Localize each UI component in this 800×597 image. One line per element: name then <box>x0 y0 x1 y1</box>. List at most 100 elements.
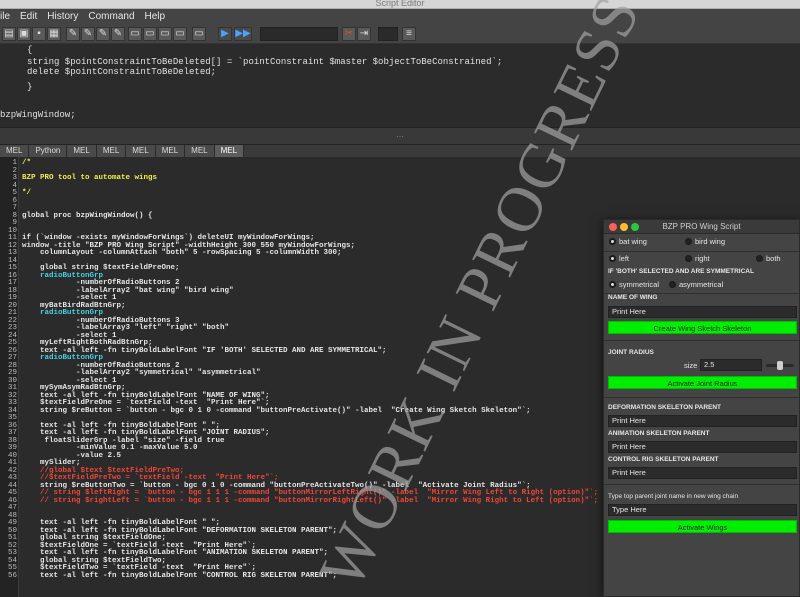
show-input-only-icon[interactable]: ▭ <box>143 27 157 41</box>
name-of-wing-label: NAME OF WING <box>608 294 658 301</box>
tab-mel[interactable]: MEL <box>214 145 245 157</box>
code-line: BZP PRO tool to automate wings <box>22 174 158 182</box>
source-script-icon[interactable]: ▣ <box>17 27 31 41</box>
radio-selected-icon <box>609 281 616 288</box>
radio-left[interactable]: left <box>609 254 629 263</box>
radio-selected-icon <box>609 238 616 245</box>
wing-script-dialog: BZP PRO Wing Script bat wing bird wing l… <box>603 219 800 597</box>
radio-unselected-icon <box>685 255 692 262</box>
tab-mel[interactable]: MEL <box>0 145 30 157</box>
quick-search-field[interactable] <box>260 27 338 41</box>
control-rig-parent-label: CONTROL RIG SKELETON PARENT <box>608 456 719 463</box>
menu-bar: ile Edit History Command Help <box>0 9 800 24</box>
echo-commands-icon[interactable]: ✎ <box>66 27 80 41</box>
radio-label: asymmetrical <box>679 280 724 289</box>
deformation-parent-label: DEFORMATION SKELETON PARENT <box>608 404 722 411</box>
menu-history[interactable]: History <box>42 9 83 24</box>
clear-input-icon[interactable]: ▭ <box>173 27 187 41</box>
deformation-parent-field[interactable]: Print Here <box>608 415 797 427</box>
menu-file[interactable]: ile <box>0 9 15 24</box>
tab-mel[interactable]: MEL <box>126 145 156 157</box>
radio-label: bird wing <box>695 237 726 246</box>
menu-edit[interactable]: Edit <box>15 9 42 24</box>
show-history-only-icon[interactable]: ▭ <box>128 27 142 41</box>
history-line: { <box>0 45 33 55</box>
tab-mel[interactable]: MEL <box>185 145 215 157</box>
radio-label: bat wing <box>619 237 647 246</box>
code-line: string $reButton = `button - bgc 0 1 0 -… <box>22 406 531 415</box>
radio-label: right <box>695 254 710 263</box>
radio-symmetrical[interactable]: symmetrical <box>609 280 659 289</box>
animation-parent-field[interactable]: Print Here <box>608 441 797 453</box>
radio-label: symmetrical <box>619 280 660 289</box>
slider-handle[interactable] <box>776 361 783 370</box>
show-stack-trace-icon[interactable]: ✎ <box>96 27 110 41</box>
history-output[interactable]: { string $pointConstraintToBeDeleted[] =… <box>0 45 800 127</box>
toolbar: ▤ ▣ ▪ ▦ ✎ ✎ ✎ ✎ ▭ ▭ ▭ ▭ ▭ ▶ ▶▶ ✂ ⇥ ≡ <box>0 24 800 44</box>
create-sketch-skeleton-button[interactable]: Create Wing Sketch Skeleton <box>608 321 797 334</box>
script-list-icon[interactable]: ≡ <box>402 27 416 41</box>
radio-label: both <box>766 254 781 263</box>
radio-bat-wing[interactable]: bat wing <box>609 237 647 246</box>
tab-mel[interactable]: MEL <box>67 145 97 157</box>
history-line: } <box>0 82 33 92</box>
execute-all-icon[interactable]: ▶ <box>218 27 232 41</box>
radio-asymmetrical[interactable]: asymmetrical <box>669 280 723 289</box>
history-line: string $pointConstraintToBeDeleted[] = `… <box>0 57 503 67</box>
size-label: size <box>684 361 698 370</box>
radio-selected-icon <box>609 255 616 262</box>
pane-splitter[interactable]: ⋯ <box>0 127 800 145</box>
dialog-title: BZP PRO Wing Script <box>662 222 741 231</box>
menu-help[interactable]: Help <box>140 9 171 24</box>
code-line: /* <box>22 159 32 167</box>
code-line: text -al left -fn tinyBoldLabelFont "CON… <box>22 571 338 580</box>
tab-python[interactable]: Python <box>29 145 68 157</box>
divider <box>604 340 799 341</box>
code-line: // string $rightLeft = `button - bgc 1 1… <box>22 496 599 505</box>
goto-line-icon[interactable]: ⇥ <box>357 27 371 41</box>
show-line-numbers-icon[interactable]: ✎ <box>81 27 95 41</box>
clear-history-icon[interactable]: ✎ <box>111 27 125 41</box>
window-titlebar: Script Editor <box>0 0 800 9</box>
save-to-shelf-icon[interactable]: ▦ <box>47 27 61 41</box>
line-number: 56 <box>7 571 17 580</box>
chain-label: Type top parent joint name in new wing c… <box>608 493 739 500</box>
save-script-icon[interactable]: ▪ <box>32 27 46 41</box>
splitter-grip-icon: ⋯ <box>396 132 404 141</box>
radio-bird-wing[interactable]: bird wing <box>685 237 725 246</box>
animation-parent-label: ANIMATION SKELETON PARENT <box>608 430 710 437</box>
menu-command[interactable]: Command <box>83 9 139 24</box>
show-both-icon[interactable]: ▭ <box>158 27 172 41</box>
window-title: Script Editor <box>375 0 425 8</box>
activate-wings-button[interactable]: Activate Wings <box>608 520 797 533</box>
code-line: global proc bzpWingWindow() { <box>22 211 153 220</box>
divider <box>604 397 799 398</box>
script-tabs: MEL Python MEL MEL MEL MEL MEL MEL <box>0 145 800 157</box>
joint-size-slider[interactable] <box>766 361 794 370</box>
history-line: delete $pointConstraintToBeDeleted; <box>0 67 217 77</box>
radio-label: left <box>619 254 630 263</box>
wing-name-field[interactable]: Print Here <box>608 306 797 318</box>
open-script-icon[interactable]: ▤ <box>2 27 16 41</box>
radio-unselected-icon <box>669 281 676 288</box>
activate-joint-radius-button[interactable]: Activate Joint Radius <box>608 376 797 389</box>
tab-mel[interactable]: MEL <box>96 145 127 157</box>
divider <box>604 251 799 252</box>
dialog-titlebar: BZP PRO Wing Script <box>604 220 799 234</box>
radio-right[interactable]: right <box>685 254 710 263</box>
execute-selected-icon[interactable]: ▶▶ <box>234 27 252 41</box>
divider <box>604 484 799 485</box>
search-icon[interactable]: ✂ <box>342 27 356 41</box>
joint-size-field[interactable]: 2.5 <box>700 359 762 371</box>
radio-both[interactable]: both <box>756 254 781 263</box>
radio-unselected-icon <box>756 255 763 262</box>
code-line: columnLayout -columnAttach "both" 5 -row… <box>22 249 342 257</box>
control-rig-parent-field[interactable]: Print Here <box>608 467 797 479</box>
radio-unselected-icon <box>685 238 692 245</box>
clear-all-icon[interactable]: ▭ <box>192 27 206 41</box>
top-parent-joint-field[interactable]: Type Here <box>608 504 797 516</box>
symmetry-note: IF 'BOTH' SELECTED AND ARE SYMMETRICAL <box>608 268 754 275</box>
line-number-field[interactable] <box>378 27 398 41</box>
tab-mel[interactable]: MEL <box>155 145 186 157</box>
line-number-gutter: 1 2 3 4 5 6 7 8 9 10 11 12 13 14 15 16 17 18 19 20 21 22 23 24 2… <box>0 157 19 597</box>
